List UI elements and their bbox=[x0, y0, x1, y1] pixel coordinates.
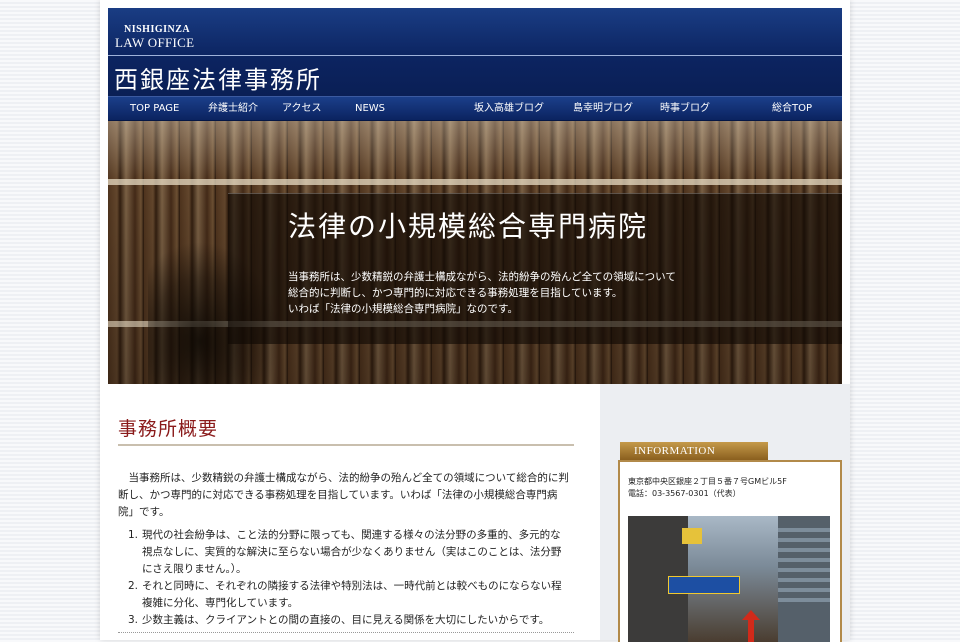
list-item-line: それと同時に、それぞれの隣接する法律や特別法は、一時代前とは較べものにならない程 bbox=[142, 580, 562, 592]
paragraph-line: 当事務所は、少数精鋭の弁護士構成ながら、法的紛争の殆んど全ての領域について総合的… bbox=[118, 472, 569, 484]
hero-title: 法律の小規模総合専門病院 bbox=[288, 210, 649, 243]
sidebar: INFORMATION 東京都中央区銀座２丁目５番７号GMビル5F 電話：03-… bbox=[600, 384, 850, 642]
nav-item-general-top[interactable]: 総合TOP bbox=[772, 97, 812, 120]
list-number: 1. bbox=[128, 529, 139, 541]
building-windows bbox=[778, 522, 830, 602]
logo-english-line2[interactable]: LAW OFFICE bbox=[115, 35, 194, 51]
bookshelf-edge bbox=[108, 179, 842, 185]
office-address: 東京都中央区銀座２丁目５番７号GMビル5F bbox=[628, 477, 787, 486]
building-photo[interactable] bbox=[628, 516, 830, 642]
hero-description-line: いわば「法律の小規模総合専門病院」なのです。 bbox=[288, 303, 518, 315]
list-number: 3. bbox=[128, 614, 139, 626]
hero-description-line: 総合的に判断し、かつ専門的に対応できる事務処理を目指しています。 bbox=[288, 287, 623, 299]
title-underline bbox=[118, 444, 574, 446]
logo-japanese[interactable]: 西銀座法律事務所 bbox=[114, 60, 322, 95]
hero-banner: 法律の小規模総合専門病院 当事務所は、少数精鋭の弁護士構成ながら、法的紛争の殆ん… bbox=[108, 121, 842, 384]
list-item: 1. 現代の社会紛争は、こと法的分野に限っても、関連する様々の法分野の多重的、多… bbox=[128, 527, 578, 578]
paragraph-line: 院」です。 bbox=[118, 506, 170, 518]
hero-description: 当事務所は、少数精鋭の弁護士構成ながら、法的紛争の殆んど全ての領域について 総合… bbox=[288, 269, 738, 317]
nav-item-access[interactable]: アクセス bbox=[282, 97, 322, 120]
shop-sign bbox=[682, 528, 702, 544]
main-nav: TOP PAGE 弁護士紹介 アクセス NEWS 坂入高雄ブログ 島幸明ブログ … bbox=[108, 96, 842, 121]
nav-item-top-page[interactable]: TOP PAGE bbox=[130, 97, 179, 120]
nav-item-news[interactable]: NEWS bbox=[355, 97, 385, 120]
nav-item-shima-blog[interactable]: 島幸明ブログ bbox=[573, 97, 633, 120]
overview-paragraph: 当事務所は、少数精鋭の弁護士構成ながら、法的紛争の殆んど全ての領域について総合的… bbox=[118, 470, 578, 521]
reasons-list: 1. 現代の社会紛争は、こと法的分野に限っても、関連する様々の法分野の多重的、多… bbox=[128, 527, 578, 629]
list-item-line: 複雑に分化、専門化しています。 bbox=[142, 597, 299, 609]
office-phone: 電話：03-3567-0301（代表） bbox=[628, 489, 741, 498]
dotted-divider bbox=[118, 632, 574, 633]
list-item-line: 現代の社会紛争は、こと法的分野に限っても、関連する様々の法分野の多重的、多元的な bbox=[142, 529, 561, 541]
list-number: 2. bbox=[128, 580, 139, 592]
arrow-up-icon bbox=[742, 610, 760, 642]
section-title: 事務所概要 bbox=[118, 418, 219, 440]
shop-awning bbox=[668, 576, 740, 594]
list-item-line: 少数主義は、クライアントとの間の直接の、目に見える関係を大切にしたいからです。 bbox=[142, 614, 550, 626]
hero-light-overlay bbox=[108, 121, 842, 181]
page-container: NISHIGINZA LAW OFFICE 西銀座法律事務所 TOP PAGE … bbox=[100, 0, 850, 642]
list-item-line: 視点なしに、実質的な解決に至らない場合が少なくありません（実はこのことは、法分野 bbox=[142, 546, 562, 558]
logo-english-line1[interactable]: NISHIGINZA bbox=[124, 24, 190, 35]
header-divider bbox=[108, 55, 842, 56]
list-item: 2. それと同時に、それぞれの隣接する法律や特別法は、一時代前とは較べものになら… bbox=[128, 578, 578, 612]
list-item: 3. 少数主義は、クライアントとの間の直接の、目に見える関係を大切にしたいからで… bbox=[128, 612, 578, 629]
main-content: 事務所概要 当事務所は、少数精鋭の弁護士構成ながら、法的紛争の殆んど全ての領域に… bbox=[108, 384, 600, 640]
hero-description-line: 当事務所は、少数精鋭の弁護士構成ながら、法的紛争の殆んど全ての領域について bbox=[288, 271, 676, 283]
contact-info: 東京都中央区銀座２丁目５番７号GMビル5F 電話：03-3567-0301（代表… bbox=[628, 476, 787, 500]
nav-item-lawyers[interactable]: 弁護士紹介 bbox=[208, 97, 258, 120]
nav-item-sakairi-blog[interactable]: 坂入高雄ブログ bbox=[474, 97, 544, 120]
information-box: 東京都中央区銀座２丁目５番７号GMビル5F 電話：03-3567-0301（代表… bbox=[618, 460, 842, 642]
paragraph-line: 断し、かつ専門的に対応できる事務処理を目指しています。いわば「法律の小規模総合専… bbox=[118, 489, 558, 501]
list-item-line: にさえ限りません。）。 bbox=[142, 563, 247, 575]
nav-item-current-affairs-blog[interactable]: 時事ブログ bbox=[660, 97, 710, 120]
site-header: NISHIGINZA LAW OFFICE 西銀座法律事務所 bbox=[108, 8, 842, 97]
information-heading: INFORMATION bbox=[620, 442, 768, 460]
